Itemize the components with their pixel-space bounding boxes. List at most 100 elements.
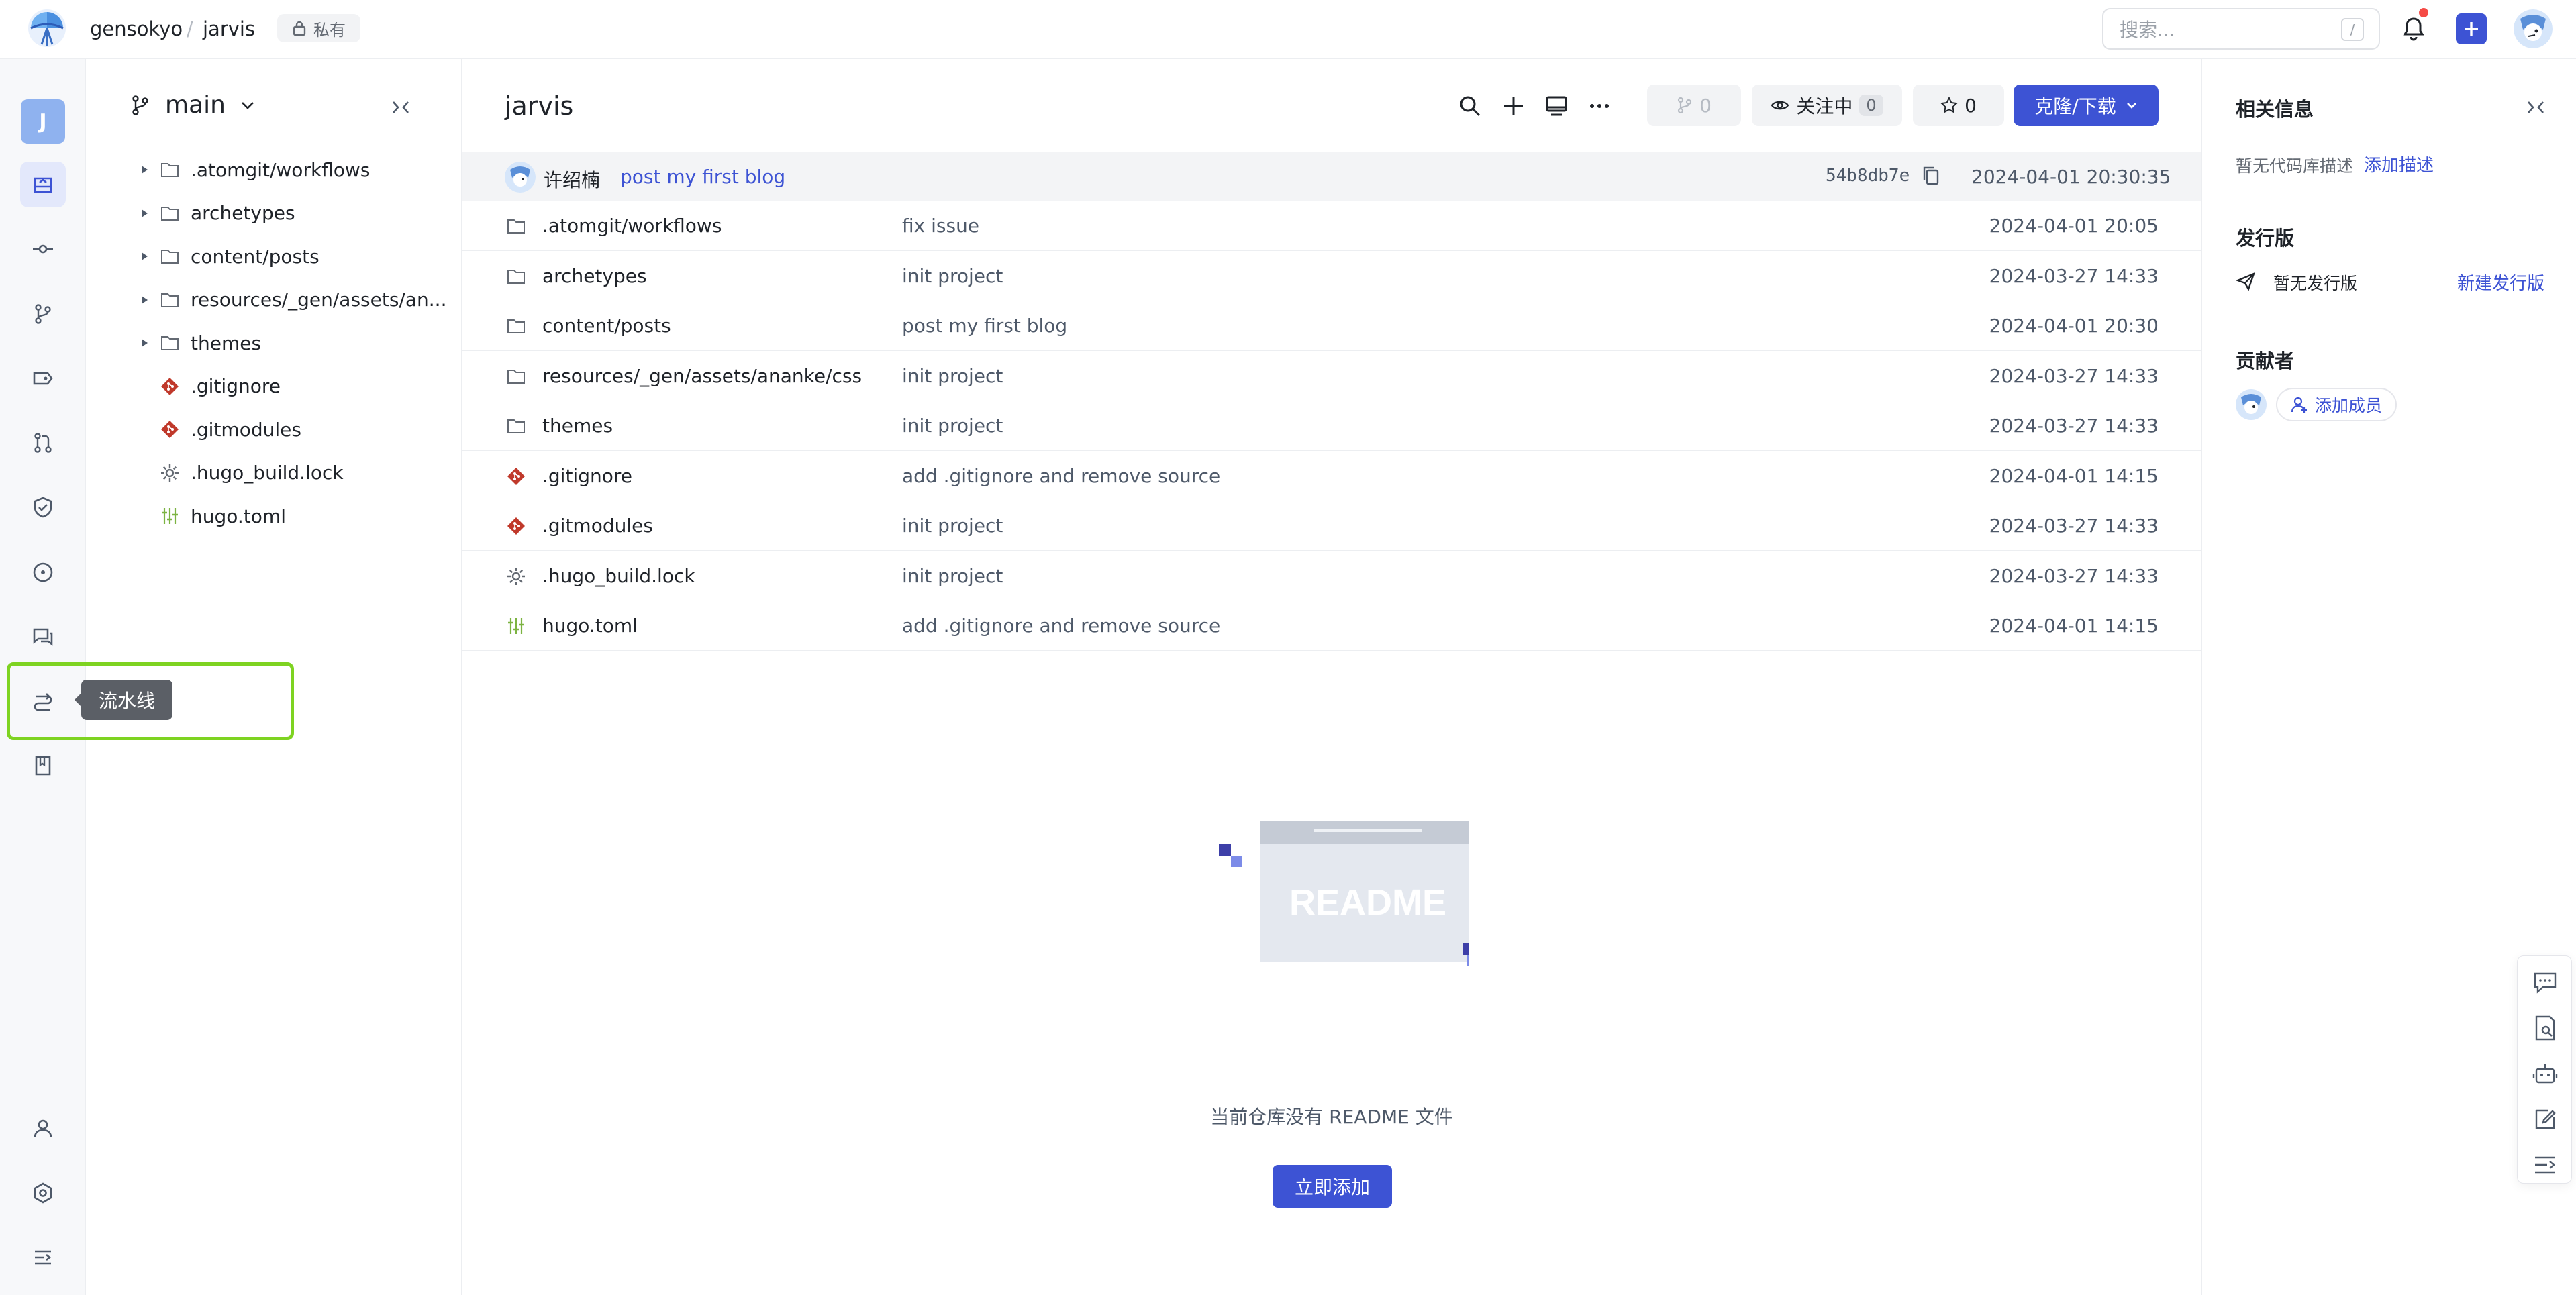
nav-discussions[interactable] [20,614,66,660]
file-commit-message[interactable]: init project [902,565,1003,587]
file-commit-message[interactable]: init project [902,415,1003,437]
collapse-panel-icon[interactable] [2523,94,2550,121]
file-date: 2024-03-27 14:33 [1989,515,2159,537]
edit-icon[interactable] [2531,1105,2559,1133]
file-commit-message[interactable]: fix issue [902,215,979,237]
add-readme-button[interactable]: 立即添加 [1273,1165,1392,1208]
nav-settings[interactable] [20,1170,66,1216]
search-input[interactable]: 搜索... / [2102,8,2380,50]
file-commit-message[interactable]: init project [902,515,1003,537]
add-file-icon[interactable] [1500,93,1527,119]
web-ide-icon[interactable] [1543,93,1570,119]
file-row[interactable]: hugo.toml add .gitignore and remove sourc… [462,601,2201,651]
commit-message[interactable]: post my first blog [620,166,785,188]
tree-item[interactable]: .atomgit/workflows [134,153,456,187]
star-button[interactable]: 0 [1913,85,2004,126]
commit-hash[interactable]: 54b8db7e [1826,166,1910,186]
file-commit-message[interactable]: add .gitignore and remove source [902,465,1220,487]
file-name[interactable]: content/posts [542,315,671,337]
file-row[interactable]: archetypes init project 2024-03-27 14:33 [462,252,2201,301]
caret-right-icon[interactable] [134,338,154,348]
feedback-icon[interactable] [2531,968,2559,996]
file-row[interactable]: resources/_gen/assets/ananke/css init pro… [462,352,2201,401]
commit-author[interactable]: 许绍楠 [544,166,600,193]
clone-label: 克隆/下载 [2034,95,2116,117]
tree-item-label: .hugo_build.lock [191,462,344,484]
branch-selector[interactable]: main [130,91,255,119]
file-row[interactable]: content/posts post my first blog 2024-04-0… [462,301,2201,351]
tree-item[interactable]: resources/_gen/assets/an... [134,283,456,317]
tree-item[interactable]: content/posts [134,240,456,273]
private-badge: 私有 [277,14,360,42]
nav-members[interactable] [20,1106,66,1151]
file-commit-message[interactable]: init project [902,265,1003,287]
repo-title: jarvis [505,91,574,121]
nav-pull-requests[interactable] [20,420,66,466]
tree-item[interactable]: archetypes [134,197,456,230]
breadcrumb-org[interactable]: gensokyo [90,17,183,40]
nav-collapse-menu[interactable] [20,1235,66,1280]
discussion-icon [33,628,53,646]
wiki-icon [35,756,51,776]
collapse-tree-icon[interactable] [388,94,415,121]
file-name[interactable]: resources/_gen/assets/ananke/css [542,365,862,387]
watch-button[interactable]: 关注中 0 [1752,85,1902,126]
nav-branches[interactable] [20,291,66,337]
file-row[interactable]: themes init project 2024-03-27 14:33 [462,401,2201,451]
file-commit-message[interactable]: post my first blog [902,315,1067,337]
file-row[interactable]: .atomgit/workflows fix issue 2024-04-01 20… [462,201,2201,251]
bell-icon[interactable] [2399,15,2428,43]
file-name[interactable]: .hugo_build.lock [542,565,695,587]
top-bar: gensokyo / jarvis 私有 搜索... / [0,0,2576,59]
new-release-link[interactable]: 新建发行版 [2457,270,2544,295]
file-name[interactable]: .gitmodules [542,515,653,537]
atomgit-logo[interactable] [27,8,67,48]
nav-wiki[interactable] [20,743,66,788]
file-row[interactable]: .gitmodules init project 2024-03-27 14:33 [462,501,2201,551]
file-name[interactable]: archetypes [542,265,647,287]
nav-security[interactable] [20,484,66,530]
nav-tags[interactable] [20,356,66,401]
caret-right-icon[interactable] [134,295,154,305]
clone-download-button[interactable]: 克隆/下载 [2014,85,2159,126]
file-name[interactable]: hugo.toml [542,615,638,637]
releases-title: 发行版 [2236,227,2295,250]
create-button[interactable] [2456,13,2487,44]
file-row[interactable]: .hugo_build.lock init project 2024-03-27 1… [462,552,2201,601]
watch-label: 关注中 [1796,95,1853,117]
contributor-avatar[interactable] [2236,389,2267,420]
search-icon[interactable] [1456,93,1483,119]
add-member-button[interactable]: 添加成员 [2276,388,2397,421]
file-commit-message[interactable]: add .gitignore and remove source [902,615,1220,637]
file-date: 2024-03-27 14:33 [1989,364,2159,387]
caret-right-icon[interactable] [134,164,154,175]
doc-search-icon[interactable] [2531,1014,2559,1042]
project-avatar[interactable]: J [21,99,65,144]
file-name[interactable]: themes [542,415,613,437]
no-description-text: 暂无代码库描述 [2236,156,2354,176]
add-description-link[interactable]: 添加描述 [2364,152,2434,176]
tree-item[interactable]: .gitmodules [134,413,456,446]
breadcrumb-repo[interactable]: jarvis [203,17,255,40]
nav-repo-home[interactable] [20,162,66,207]
commit-author-avatar[interactable] [505,162,536,193]
tree-item[interactable]: hugo.toml [134,499,456,533]
fork-button[interactable]: 0 [1647,85,1741,126]
caret-right-icon[interactable] [134,251,154,262]
copy-icon[interactable] [1921,164,1941,187]
caret-right-icon[interactable] [134,208,154,219]
tree-item[interactable]: .gitignore [134,370,456,403]
search-shortcut: / [2341,18,2364,41]
tree-item[interactable]: .hugo_build.lock [134,456,456,490]
robot-icon[interactable] [2531,1059,2559,1088]
collapse-toolbar-icon[interactable] [2531,1151,2559,1179]
user-avatar[interactable] [2514,9,2553,48]
tree-item[interactable]: themes [134,326,456,360]
file-row[interactable]: .gitignore add .gitignore and remove sour… [462,452,2201,501]
more-icon[interactable] [1586,93,1613,119]
nav-commits[interactable] [20,226,66,272]
file-name[interactable]: .gitignore [542,465,632,487]
nav-issues[interactable] [20,550,66,595]
file-commit-message[interactable]: init project [902,365,1003,387]
file-name[interactable]: .atomgit/workflows [542,215,722,237]
